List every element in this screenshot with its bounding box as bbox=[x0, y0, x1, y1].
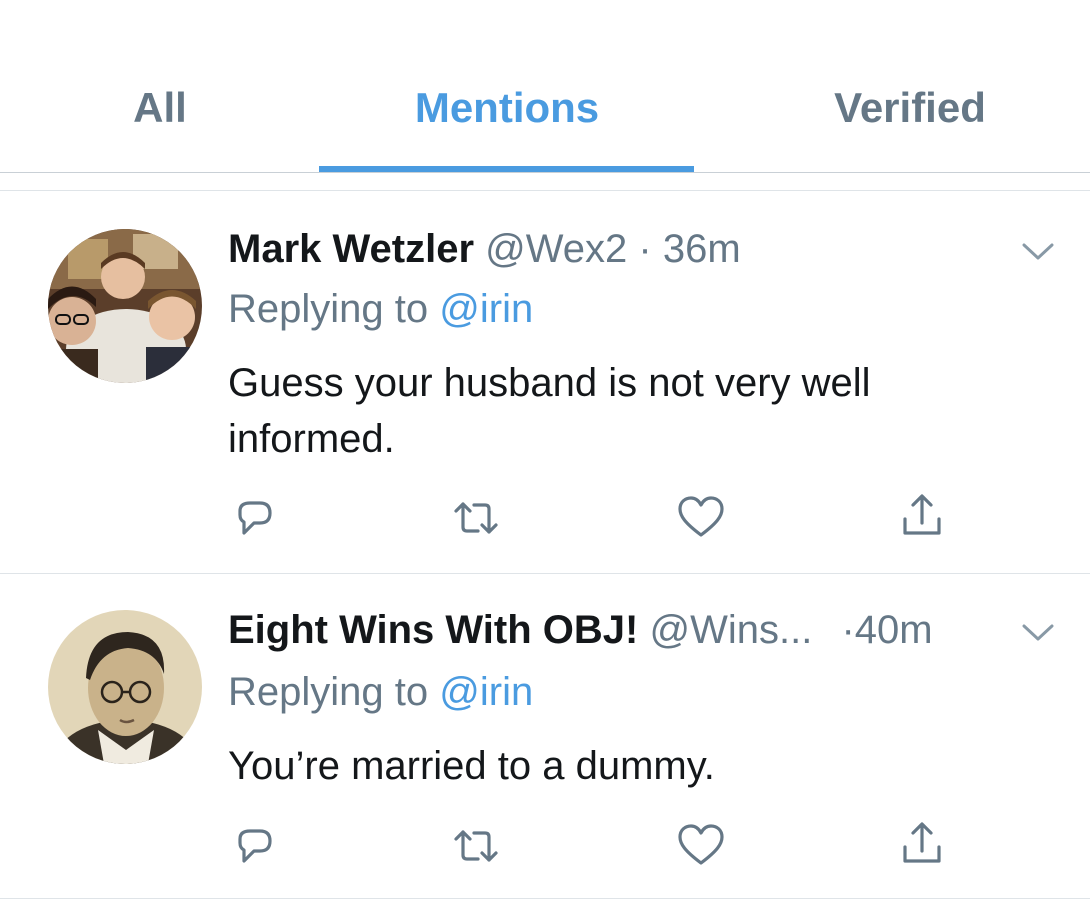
tweet-actions bbox=[0, 489, 1090, 549]
tweet-header: Eight Wins With OBJ! @Wins... ·40m bbox=[228, 606, 933, 654]
group-photo-avatar[interactable] bbox=[48, 229, 202, 383]
share-button[interactable] bbox=[892, 817, 952, 877]
timestamp[interactable]: 40m bbox=[855, 608, 933, 652]
replying-to: Replying to @irin bbox=[228, 285, 533, 333]
like-button[interactable] bbox=[671, 489, 731, 549]
tweet-actions bbox=[0, 817, 1090, 877]
author-handle[interactable]: @Wex2 bbox=[485, 227, 627, 271]
timestamp[interactable]: 36m bbox=[663, 227, 741, 271]
mention-link[interactable]: @irin bbox=[439, 670, 533, 714]
tab-mentions[interactable]: Mentions bbox=[320, 84, 694, 132]
reply-icon bbox=[238, 501, 272, 535]
separator-dot: · bbox=[638, 227, 652, 271]
tweet[interactable]: Mark Wetzler @Wex2 · 36m Replying to @ir… bbox=[0, 191, 1090, 573]
tab-all[interactable]: All bbox=[100, 84, 220, 132]
retweet-button[interactable] bbox=[446, 817, 506, 877]
tweet-text: You’re married to a dummy. bbox=[228, 744, 715, 788]
replying-to: Replying to @irin bbox=[228, 668, 533, 716]
share-button[interactable] bbox=[892, 489, 952, 549]
retweet-icon bbox=[454, 502, 498, 534]
tab-verified[interactable]: Verified bbox=[800, 84, 1020, 132]
share-icon bbox=[903, 494, 941, 535]
replying-to-label: Replying to bbox=[228, 287, 429, 331]
share-icon bbox=[903, 822, 941, 863]
tweet-text: Guess your husband is not very well info… bbox=[228, 361, 871, 461]
heart-icon bbox=[678, 496, 724, 537]
chevron-down-icon[interactable] bbox=[1020, 239, 1056, 263]
reply-button[interactable] bbox=[224, 817, 284, 877]
tab-bar-divider bbox=[0, 172, 1090, 173]
chevron-down-icon[interactable] bbox=[1020, 620, 1056, 644]
separator-dot: · bbox=[841, 608, 855, 652]
vintage-portrait-avatar[interactable] bbox=[48, 610, 202, 764]
tab-bar: All Mentions Verified bbox=[0, 0, 1090, 174]
tweet-header: Mark Wetzler @Wex2 · 36m bbox=[228, 225, 741, 273]
tweet[interactable]: Eight Wins With OBJ! @Wins... ·40m Reply… bbox=[0, 574, 1090, 898]
author-name[interactable]: Mark Wetzler bbox=[228, 227, 474, 271]
retweet-icon bbox=[454, 830, 498, 862]
tweet-divider bbox=[0, 898, 1090, 899]
author-name[interactable]: Eight Wins With OBJ! bbox=[228, 608, 638, 652]
heart-icon bbox=[678, 824, 724, 865]
like-button[interactable] bbox=[671, 817, 731, 877]
reply-button[interactable] bbox=[224, 489, 284, 549]
retweet-button[interactable] bbox=[446, 489, 506, 549]
mention-link[interactable]: @irin bbox=[439, 287, 533, 331]
author-handle[interactable]: @Wins... bbox=[649, 608, 812, 652]
reply-icon bbox=[238, 829, 272, 863]
replying-to-label: Replying to bbox=[228, 670, 429, 714]
